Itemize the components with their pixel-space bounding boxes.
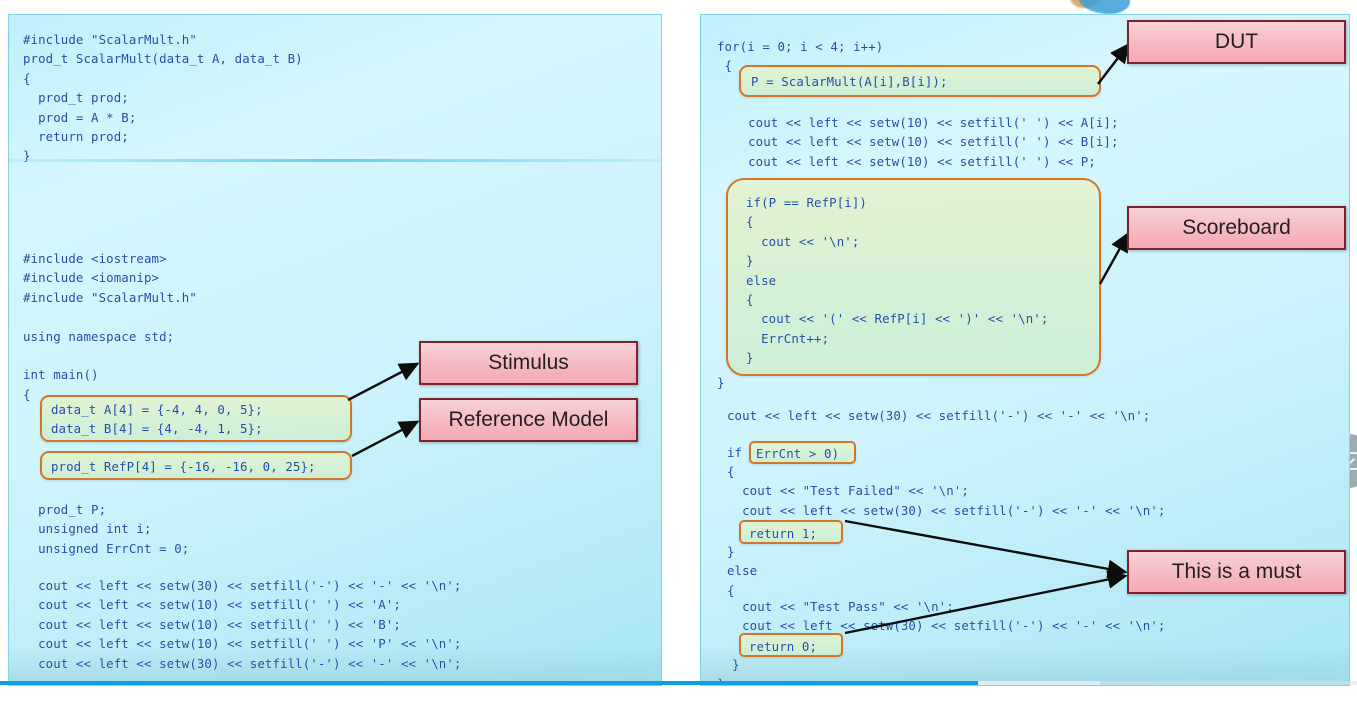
video-progress-bar[interactable] xyxy=(0,681,1357,685)
video-played-range xyxy=(0,681,978,685)
callout-stimulus[interactable]: Stimulus xyxy=(419,341,638,385)
local-declarations-code: prod_t P; unsigned int i; unsigned ErrCn… xyxy=(38,502,190,556)
callout-scoreboard[interactable]: Scoreboard xyxy=(1127,206,1346,250)
scoreboard-highlight-box: if(P == RefP[i]) { cout << '\n'; } else … xyxy=(726,178,1101,376)
scalarmult-header-code: #include "ScalarMult.h" prod_t ScalarMul… xyxy=(23,32,303,164)
callout-dut[interactable]: DUT xyxy=(1127,20,1346,64)
return-zero-highlight-box: return 0; xyxy=(739,633,843,657)
callout-scoreboard-label: Scoreboard xyxy=(1182,216,1291,239)
return-zero-code: return 0; xyxy=(749,639,818,654)
errcnt-condition-code: ErrCnt > 0) xyxy=(756,446,840,461)
callout-this-is-a-must[interactable]: This is a must xyxy=(1127,550,1346,594)
callout-reference-model[interactable]: Reference Model xyxy=(419,398,638,442)
callout-this-is-a-must-label: This is a must xyxy=(1171,560,1302,583)
separator-print-code: cout << left << setw(30) << setfill('-')… xyxy=(727,408,1151,423)
header-print-code: cout << left << setw(30) << setfill('-')… xyxy=(38,578,462,671)
test-pass-block-code: cout << "Test Pass" << '\n'; cout << lef… xyxy=(742,599,1166,634)
return-one-highlight-box: return 1; xyxy=(739,520,843,544)
reference-model-highlight-box: prod_t RefP[4] = {-16, -16, 0, 25}; xyxy=(40,451,352,480)
callout-reference-model-label: Reference Model xyxy=(448,408,609,431)
return-one-code: return 1; xyxy=(749,526,818,541)
if-keyword: if xyxy=(727,445,743,460)
channel-logo-icon xyxy=(1078,0,1130,14)
for-loop-close-code: } xyxy=(717,375,725,390)
reference-model-code: prod_t RefP[4] = {-16, -16, 0, 25}; xyxy=(51,459,316,474)
stimulus-highlight-box: data_t A[4] = {-4, 4, 0, 5}; data_t B[4]… xyxy=(40,395,352,442)
callout-stimulus-label: Stimulus xyxy=(488,351,569,374)
test-failed-block-code: { cout << "Test Failed" << '\n'; cout <<… xyxy=(727,464,1166,518)
main-includes-code: #include <iostream> #include <iomanip> #… xyxy=(23,251,197,402)
scoreboard-code: if(P == RefP[i]) { cout << '\n'; } else … xyxy=(746,195,1049,366)
stimulus-code: data_t A[4] = {-4, 4, 0, 5}; data_t B[4]… xyxy=(51,402,263,437)
loop-print-code: cout << left << setw(10) << setfill(' ')… xyxy=(748,115,1119,169)
else-branch-open-code: } else { xyxy=(727,544,758,598)
slide-screenshot: #include "ScalarMult.h" prod_t ScalarMul… xyxy=(0,0,1357,701)
dut-highlight-box: P = ScalarMult(A[i],B[i]); xyxy=(739,65,1101,97)
errcnt-condition-highlight-box: ErrCnt > 0) xyxy=(749,441,856,464)
dut-code: P = ScalarMult(A[i],B[i]); xyxy=(751,74,948,89)
callout-dut-label: DUT xyxy=(1214,30,1259,53)
